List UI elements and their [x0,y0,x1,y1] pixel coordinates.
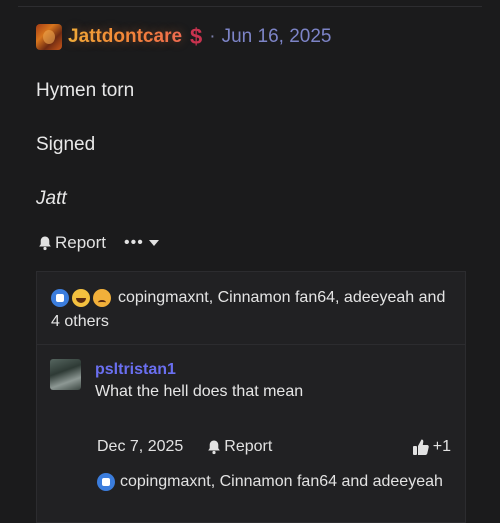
post-username[interactable]: Jattdontcare [68,26,182,48]
reply-reaction-summary[interactable]: copingmaxnt, Cinnamon fan64 and adeeyeah [97,473,443,491]
reply-date[interactable]: Dec 7, 2025 [97,438,183,456]
laugh-icon [72,288,90,307]
post-body-line: Signed [36,134,96,155]
post-date[interactable]: Jun 16, 2025 [222,26,332,48]
chevron-down-icon [148,240,159,246]
bell-icon [39,236,51,251]
reaction-icons [51,288,114,307]
reply-like-button[interactable]: +1 [412,438,451,456]
report-label: Report [55,233,107,252]
like-icon [51,288,69,307]
reply-report-button[interactable]: Report [207,438,272,456]
dollar-icon: $ [190,24,203,49]
more-options-button[interactable]: ••• [124,234,159,252]
report-button[interactable]: Report [38,233,106,253]
avatar[interactable] [36,24,62,50]
like-count: +1 [432,438,451,455]
reply-text: What the hell does that mean [95,383,304,400]
reply-report-label: Report [224,438,273,455]
separator: · [209,26,216,47]
post-header: Jattdontcare $ · Jun 16, 2025 [36,24,331,50]
reply-meta: Dec 7, 2025 Report +1 [97,436,451,458]
sad-icon [93,288,111,307]
more-icon: ••• [124,234,144,251]
reply-reaction-text: copingmaxnt, Cinnamon fan64 and adeeyeah [120,473,443,490]
post-body-line: Hymen torn [36,80,135,101]
post-actions: Report ••• [38,232,159,254]
like-icon [97,473,115,491]
bell-icon [208,440,221,455]
post-body-line: Jatt [36,188,67,209]
reply-avatar[interactable] [50,359,81,390]
panel-divider [37,344,465,345]
reply-username[interactable]: psltristan1 [95,361,176,379]
thumbs-up-icon [412,439,429,455]
reaction-summary[interactable]: copingmaxnt, Cinnamon fan64, adeeyeah an… [51,286,451,334]
top-divider [18,6,482,7]
reactions-and-replies-panel: copingmaxnt, Cinnamon fan64, adeeyeah an… [36,271,466,523]
